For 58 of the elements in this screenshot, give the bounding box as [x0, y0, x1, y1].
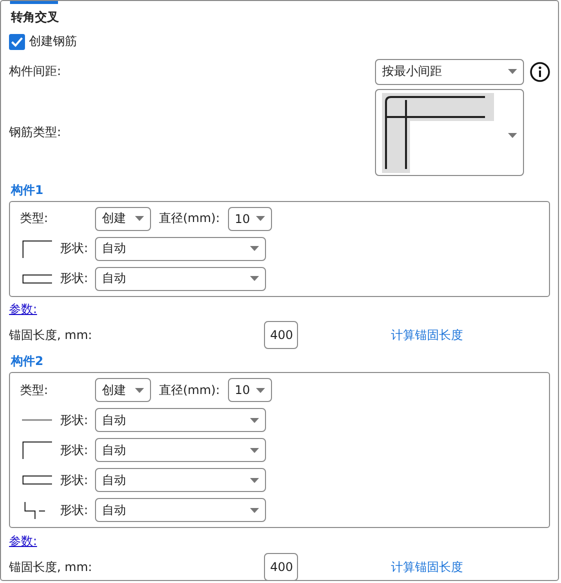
section-title: 构件1	[10, 182, 44, 199]
shape-dropdown[interactable]: 自动	[95, 468, 266, 492]
corner-bar-icon	[22, 441, 52, 460]
tab-indicator	[10, 1, 58, 4]
u-bar-icon	[22, 475, 52, 486]
calculate-anchor-length-button[interactable]: 计算锚固长度	[391, 558, 463, 576]
caret-icon	[256, 216, 265, 222]
type-dropdown[interactable]: 创建	[95, 378, 151, 402]
field-label: 锚固长度, mm:	[9, 326, 94, 344]
diameter-dropdown[interactable]: 10	[228, 378, 272, 402]
corner-bar-icon	[22, 240, 52, 258]
anchor-length-field[interactable]: 400	[264, 321, 298, 350]
shape-dropdown[interactable]: 自动	[95, 236, 266, 261]
field-label: 直径(mm):	[159, 210, 220, 228]
caret-icon	[250, 508, 259, 513]
field-label: 类型:	[20, 382, 50, 399]
rebar-type-dropdown[interactable]	[375, 89, 524, 176]
bent-bar-icon	[24, 500, 46, 520]
field-label: 直径(mm):	[159, 382, 220, 399]
field-label: 钢筋类型:	[9, 124, 62, 142]
section-title: 构件2	[10, 353, 44, 370]
checkbox-label: 创建钢筋	[29, 33, 77, 50]
parameters-link[interactable]: 参数:	[9, 300, 38, 318]
parameters-link[interactable]: 参数:	[9, 532, 38, 550]
caret-icon	[250, 478, 259, 483]
field-label: 形状:	[60, 472, 90, 489]
caret-icon	[256, 388, 265, 393]
corner-rebar-icon	[382, 93, 494, 174]
caret-icon	[250, 276, 259, 282]
shape-dropdown[interactable]: 自动	[95, 408, 266, 432]
caret-icon	[135, 388, 144, 393]
field-label: 形状:	[60, 240, 90, 258]
shape-dropdown[interactable]: 自动	[95, 498, 266, 522]
caret-icon	[508, 133, 517, 138]
straight-line-icon	[22, 419, 52, 422]
caret-icon	[250, 418, 259, 423]
spacing-dropdown[interactable]: 按最小间距	[375, 58, 524, 85]
caret-icon	[135, 216, 144, 222]
caret-icon	[250, 448, 259, 453]
create-rebar-checkbox[interactable]	[9, 34, 25, 50]
field-label: 形状:	[60, 270, 90, 288]
info-icon[interactable]	[530, 62, 550, 82]
diameter-dropdown[interactable]: 10	[228, 206, 272, 231]
anchor-length-field[interactable]: 400	[264, 553, 298, 580]
shape-dropdown[interactable]: 自动	[95, 266, 266, 291]
field-label: 形状:	[60, 502, 90, 519]
field-label: 构件间距:	[9, 63, 62, 80]
shape-dropdown[interactable]: 自动	[95, 438, 266, 462]
caret-icon	[250, 246, 259, 252]
calculate-anchor-length-button[interactable]: 计算锚固长度	[391, 326, 463, 344]
type-dropdown[interactable]: 创建	[95, 206, 151, 231]
field-label: 锚固长度, mm:	[9, 558, 94, 576]
field-label: 类型:	[20, 210, 50, 228]
u-bar-icon	[22, 274, 52, 284]
caret-icon	[508, 69, 517, 74]
panel-title: 转角交叉	[10, 9, 60, 26]
field-label: 形状:	[60, 412, 90, 429]
field-label: 形状:	[60, 442, 90, 459]
